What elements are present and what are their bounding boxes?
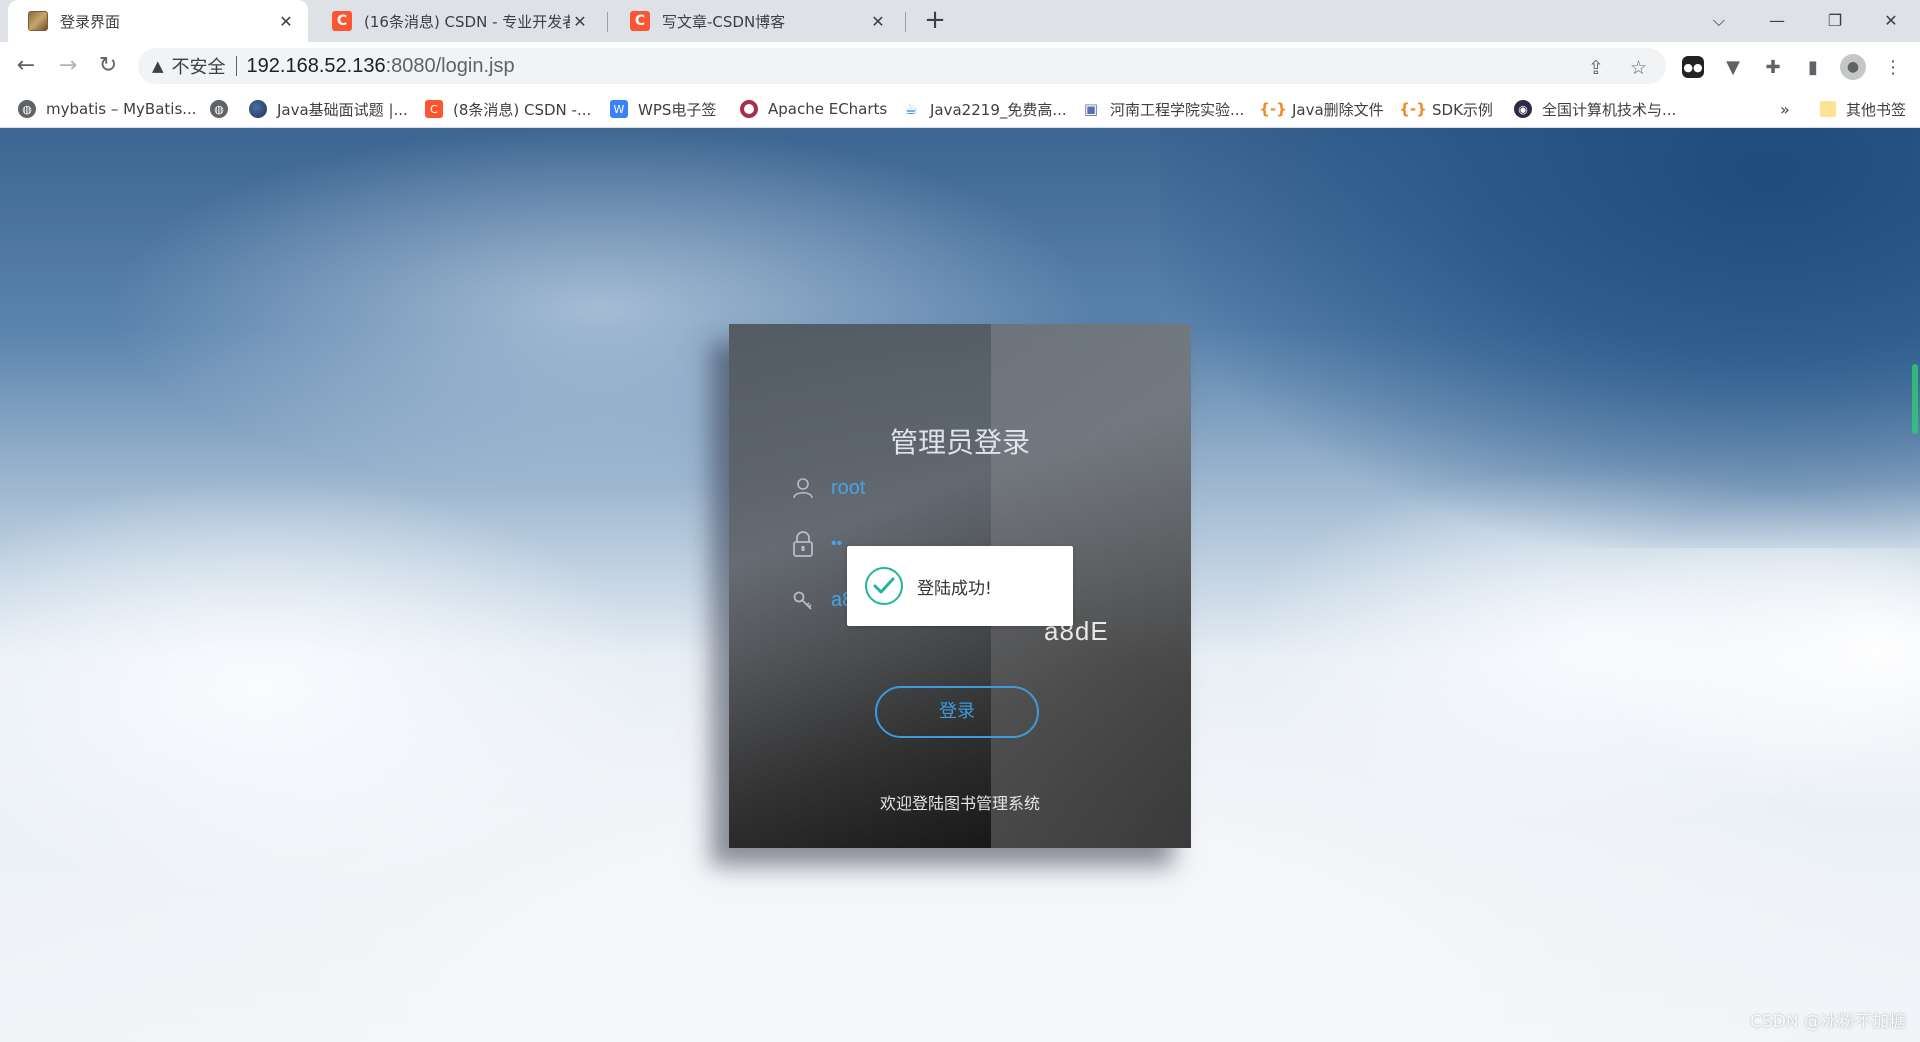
java-icon: ☕	[902, 100, 920, 118]
forward-arrow-icon[interactable]: →	[52, 50, 84, 82]
browser-menu-icon[interactable]: ⋮	[1882, 56, 1904, 78]
new-tab-button[interactable]: +	[920, 6, 950, 36]
csdn-icon: C	[425, 100, 443, 118]
globe-icon: ◍	[18, 100, 36, 118]
toast-message: 登陆成功!	[917, 578, 992, 599]
tab-separator	[607, 12, 608, 32]
bookmark-item[interactable]: ▣ 河南工程学院实验...	[1082, 90, 1244, 128]
share-icon[interactable]: ⇪	[1588, 57, 1604, 79]
tab-close-icon[interactable]: ✕	[868, 12, 888, 31]
minimize-button[interactable]: —	[1748, 0, 1806, 42]
more-bookmarks-button[interactable]: »	[1780, 90, 1790, 128]
wps-icon: W	[610, 100, 628, 118]
bookmark-item[interactable]: Java基础面试题 |...	[249, 90, 408, 128]
tab-title: 登录界面	[60, 12, 121, 31]
success-toast: 登陆成功!	[847, 546, 1073, 626]
csdn-favicon-icon: C	[332, 11, 352, 31]
globe-icon: ◍	[210, 100, 228, 118]
bookmark-item[interactable]: {-} Java删除文件	[1259, 90, 1384, 128]
tab-write-article[interactable]: C 写文章-CSDN博客 ✕	[610, 0, 900, 42]
username-value[interactable]: root	[831, 477, 865, 500]
bookmark-item[interactable]: ☕ Java2219_免费高...	[902, 90, 1067, 128]
bookmark-label: SDK示例	[1432, 100, 1493, 119]
bookmark-label: Apache ECharts	[768, 100, 888, 118]
bookmark-label: WPS电子签	[638, 100, 717, 119]
tab-separator	[905, 12, 906, 32]
tab-csdn[interactable]: C (16条消息) CSDN - 专业开发者社区 ✕	[312, 0, 602, 42]
bookmark-label: mybatis – MyBatis...	[46, 100, 197, 118]
bookmark-label: Java2219_免费高...	[930, 100, 1067, 119]
bookmark-label: (8条消息) CSDN -...	[453, 100, 592, 119]
password-value[interactable]: ••	[831, 535, 842, 553]
bookmarks-bar: ◍ mybatis – MyBatis... ◍ Java基础面试题 |... …	[0, 90, 1920, 128]
key-icon	[791, 588, 815, 612]
watermark: CSDN @冰粉不加糖	[1750, 1012, 1906, 1032]
bookmark-label: 河南工程学院实验...	[1110, 100, 1245, 119]
login-title: 管理员登录	[889, 426, 1030, 459]
extension-copilot-icon[interactable]: ●●	[1682, 56, 1704, 78]
warning-triangle-icon[interactable]: ▲	[152, 57, 164, 75]
extensions-puzzle-icon[interactable]: ✚	[1762, 56, 1784, 78]
bookmark-item[interactable]: W WPS电子签	[610, 90, 716, 128]
image-favicon-icon	[28, 11, 48, 31]
bookmark-item[interactable]: ◍	[210, 90, 238, 128]
bracket-icon: {-}	[1399, 100, 1427, 118]
bookmark-item[interactable]: {-} SDK示例	[1399, 90, 1493, 128]
lock-icon	[791, 531, 815, 557]
tab-title: (16条消息) CSDN - 专业开发者社区	[364, 12, 570, 31]
profile-avatar-icon[interactable]: ●	[1840, 54, 1866, 80]
username-field[interactable]: root	[791, 470, 1131, 506]
user-icon	[791, 476, 815, 500]
bookmark-label: Java基础面试题 |...	[277, 100, 408, 119]
bookmark-item[interactable]: ◉ 全国计算机技术与...	[1514, 90, 1676, 128]
other-bookmarks-folder[interactable]: 其他书签	[1820, 90, 1906, 128]
folder-icon	[1820, 101, 1836, 117]
tab-search-button[interactable]: ⌵	[1690, 0, 1748, 42]
csdn-favicon-icon: C	[630, 11, 650, 31]
security-status[interactable]: 不安全	[172, 53, 226, 79]
restore-button[interactable]: ❐	[1806, 0, 1864, 42]
side-panel-icon[interactable]: ▮	[1802, 56, 1824, 78]
extension-v-icon[interactable]: ▼	[1722, 56, 1744, 78]
check-circle-icon	[865, 567, 903, 605]
page-viewport: 管理员登录 root •• a8de a8dE 登录 欢迎登陆图书管理系统	[0, 128, 1920, 1042]
browser-toolbar: ← → ↻ ▲ 不安全 192.168.52.136 :8080/login.j…	[0, 42, 1920, 90]
bookmark-star-icon[interactable]: ☆	[1630, 57, 1647, 79]
bookmark-item[interactable]: ◍ mybatis – MyBatis...	[18, 90, 197, 128]
photo-icon	[249, 100, 267, 118]
tab-close-icon[interactable]: ✕	[570, 12, 590, 31]
tab-close-icon[interactable]: ✕	[276, 12, 296, 31]
bookmark-label: 全国计算机技术与...	[1542, 100, 1677, 119]
tab-title: 写文章-CSDN博客	[662, 12, 786, 31]
bookmark-item[interactable]: Apache ECharts	[740, 90, 887, 128]
tab-strip: 登录界面 ✕ C (16条消息) CSDN - 专业开发者社区 ✕ C 写文章-…	[0, 0, 1920, 42]
eye-icon: ◉	[1514, 100, 1532, 118]
scroll-indicator[interactable]	[1912, 364, 1918, 434]
welcome-text: 欢迎登陆图书管理系统	[879, 794, 1040, 813]
bracket-icon: {-}	[1259, 100, 1287, 118]
close-window-button[interactable]: ✕	[1862, 0, 1920, 42]
train-icon: ▣	[1082, 100, 1100, 118]
login-button[interactable]: 登录	[875, 686, 1039, 738]
bookmark-item[interactable]: C (8条消息) CSDN -...	[425, 90, 591, 128]
reload-icon[interactable]: ↻	[92, 50, 124, 82]
bookmark-label: 其他书签	[1846, 100, 1907, 119]
echarts-icon	[740, 100, 758, 118]
omnibox-divider	[235, 56, 237, 76]
back-arrow-icon[interactable]: ←	[10, 50, 42, 82]
url-path: :8080/login.jsp	[385, 54, 515, 77]
tab-login[interactable]: 登录界面 ✕	[8, 0, 308, 42]
url-host: 192.168.52.136	[246, 54, 386, 77]
bookmark-label: Java删除文件	[1292, 100, 1384, 119]
address-bar[interactable]: ▲ 不安全 192.168.52.136 :8080/login.jsp ⇪ ☆	[138, 48, 1666, 84]
